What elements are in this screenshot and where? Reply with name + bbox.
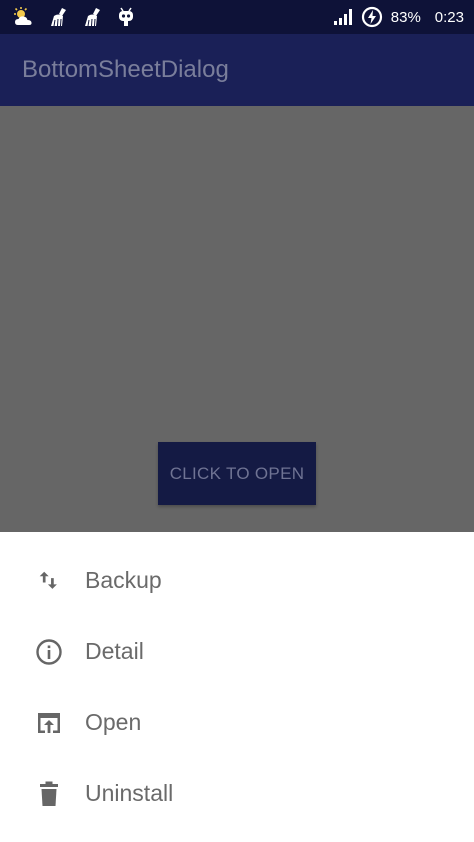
battery-saver-icon (361, 6, 383, 28)
click-to-open-button[interactable]: CLICK TO OPEN (158, 442, 316, 505)
system-status: 83% 0:23 (333, 6, 464, 28)
app-bar: BottomSheetDialog (0, 34, 474, 106)
sheet-item-label: Detail (85, 638, 144, 664)
status-bar: 83% 0:23 (0, 0, 474, 34)
sheet-item-label: Uninstall (85, 780, 174, 806)
clock: 0:23 (434, 8, 464, 26)
sheet-item-label: Open (85, 709, 142, 735)
sheet-item-label: Backup (85, 567, 162, 593)
bottom-sheet-dialog: Backup Detail Open Uninstall (0, 532, 474, 842)
android-robot-icon (116, 7, 136, 27)
weather-icon (12, 7, 36, 27)
app-title: BottomSheetDialog (22, 56, 229, 83)
sheet-item-backup[interactable]: Backup (0, 545, 474, 616)
swap-vert-icon (34, 566, 64, 596)
notification-icons (12, 7, 136, 27)
battery-percent: 83% (390, 8, 421, 26)
sheet-menu: Backup Detail Open Uninstall (0, 545, 474, 829)
sheet-item-open[interactable]: Open (0, 687, 474, 758)
info-icon (34, 637, 64, 667)
broom-icon (82, 7, 104, 27)
sheet-item-detail[interactable]: Detail (0, 616, 474, 687)
trash-icon (34, 779, 64, 809)
broom-icon (48, 7, 70, 27)
sheet-item-uninstall[interactable]: Uninstall (0, 758, 474, 829)
open-in-browser-icon (34, 708, 64, 738)
signal-icon (333, 8, 353, 26)
